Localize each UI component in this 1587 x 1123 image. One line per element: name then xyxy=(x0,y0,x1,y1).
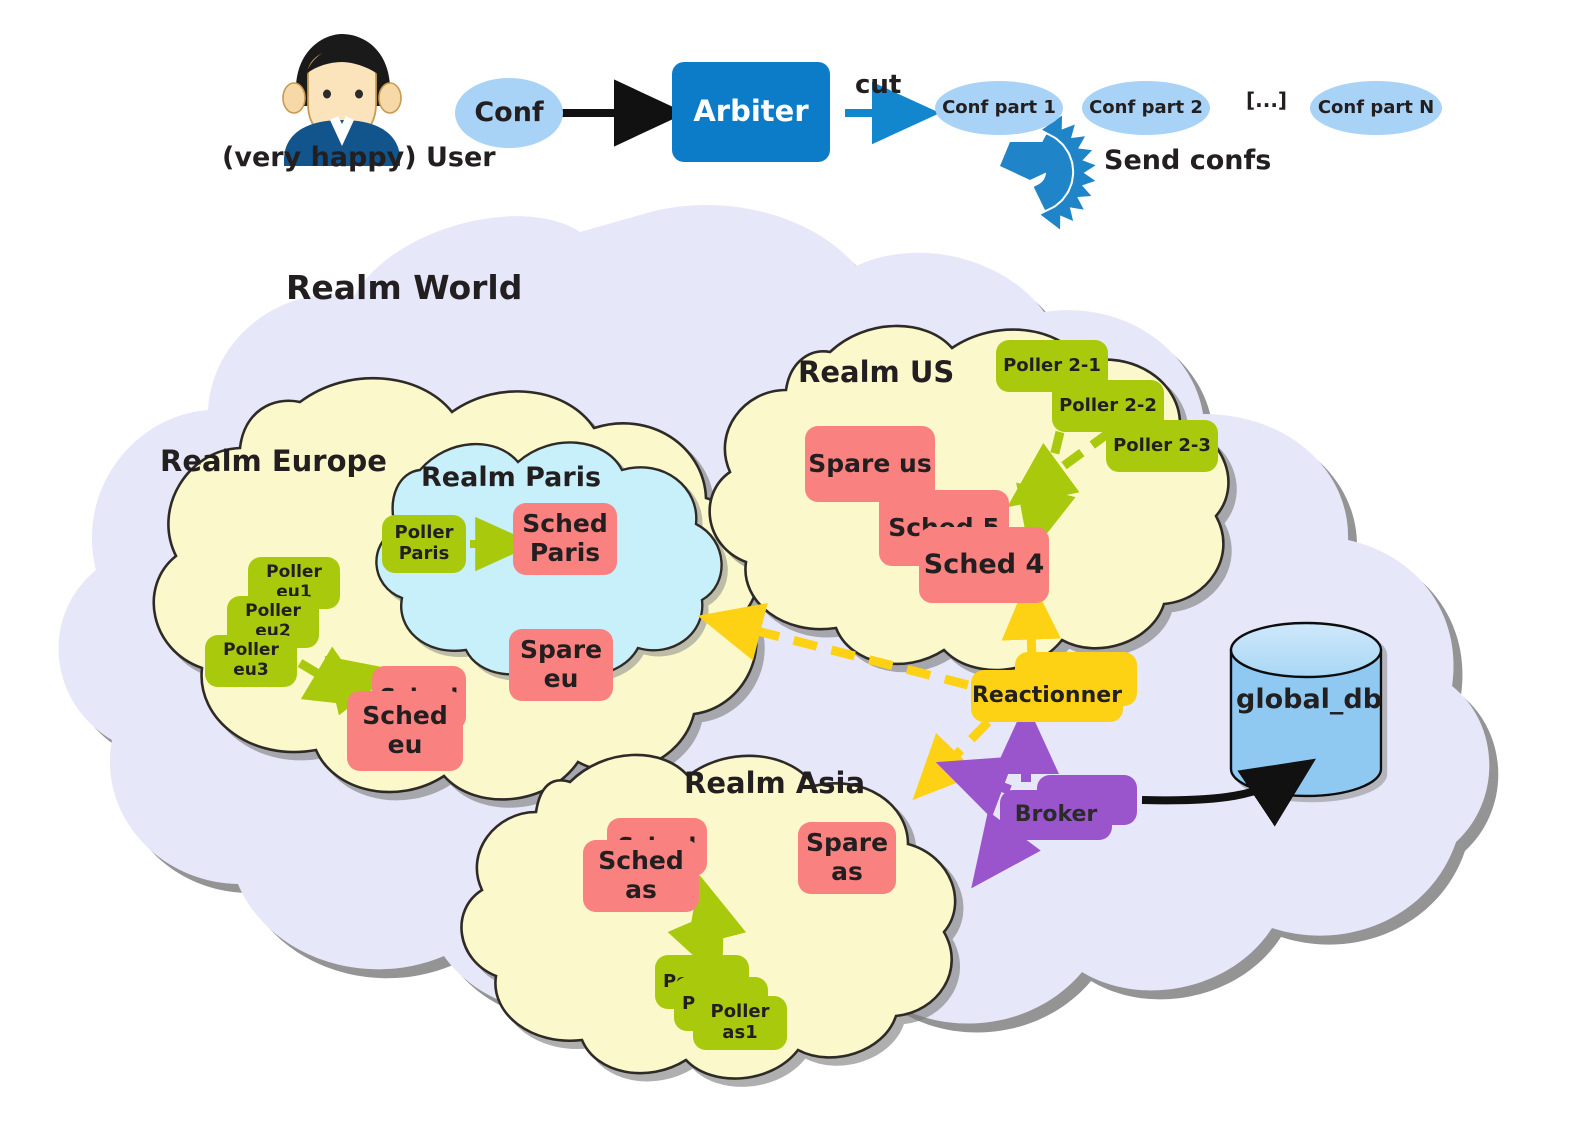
realm-us-label: Realm US xyxy=(798,355,955,389)
poller-eu3[interactable]: Poller eu3 xyxy=(205,635,297,687)
diagram-canvas: (very happy) User Conf Arbiter cut Conf … xyxy=(0,0,1587,1123)
conf-ellipse[interactable]: Conf xyxy=(455,78,563,148)
broker-node[interactable]: Broker xyxy=(1000,790,1112,840)
conf-part-2[interactable]: Conf part 2 xyxy=(1082,81,1210,135)
user-label: (very happy) User xyxy=(222,142,496,173)
global-db-label: global_db xyxy=(1236,684,1383,715)
realm-paris-label: Realm Paris xyxy=(421,462,602,493)
arbiter-node[interactable]: Arbiter xyxy=(672,62,830,162)
poller-as1[interactable]: Poller as1 xyxy=(693,996,787,1050)
reactionner-node[interactable]: Reactionner xyxy=(971,670,1123,722)
cut-label: cut xyxy=(855,70,902,100)
reactionner-to-us-arrow xyxy=(1001,574,1062,661)
poller-paris[interactable]: Poller Paris xyxy=(382,515,466,573)
spare-eu[interactable]: Spare eu xyxy=(509,629,613,701)
sched-as[interactable]: Sched as xyxy=(583,840,699,912)
send-confs-label: Send confs xyxy=(1104,145,1272,176)
sched-4[interactable]: Sched 4 xyxy=(919,527,1049,603)
poller-2-3[interactable]: Poller 2-3 xyxy=(1106,420,1218,472)
conf-part-ellipsis: [...] xyxy=(1246,88,1288,112)
conf-part-1[interactable]: Conf part 1 xyxy=(935,81,1063,135)
sched-eu[interactable]: Sched eu xyxy=(347,691,463,771)
realm-world-label: Realm World xyxy=(286,268,523,307)
spare-as[interactable]: Spare as xyxy=(798,822,896,894)
conf-part-n[interactable]: Conf part N xyxy=(1310,81,1442,135)
realm-europe-label: Realm Europe xyxy=(160,444,387,478)
realm-asia-label: Realm Asia xyxy=(684,766,866,800)
sched-paris[interactable]: Sched Paris xyxy=(513,503,617,575)
